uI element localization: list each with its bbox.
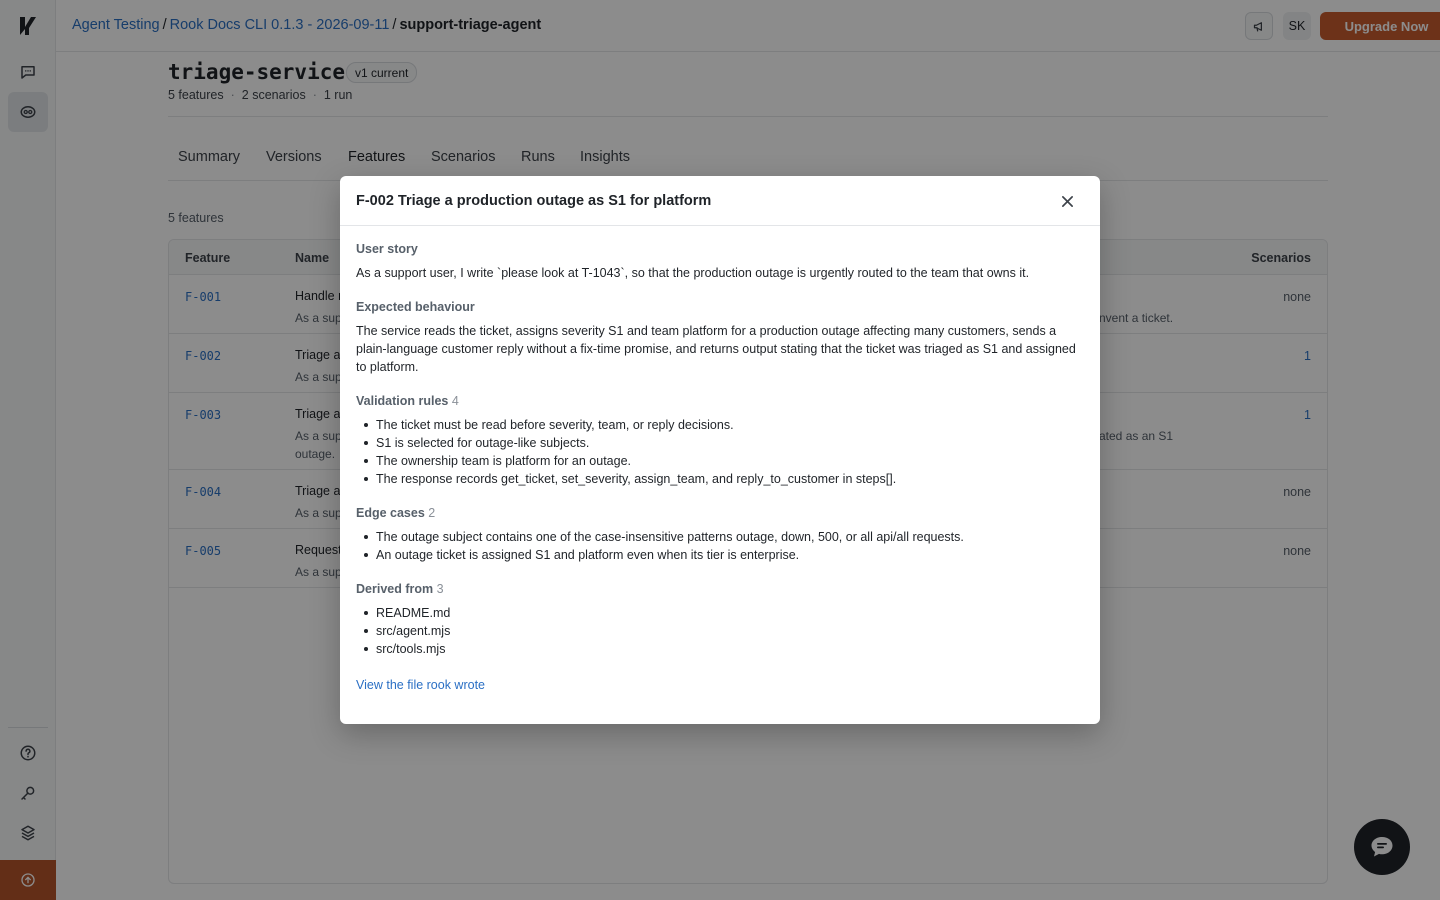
- list-item: The ticket must be read before severity,…: [356, 416, 1084, 434]
- expected-behaviour-text: The service reads the ticket, assigns se…: [356, 324, 1076, 374]
- close-icon: [1061, 195, 1073, 207]
- list-item: The ownership team is platform for an ou…: [356, 452, 1084, 470]
- list-item: The outage subject contains one of the c…: [356, 528, 1084, 546]
- view-file-link[interactable]: View the file rook wrote: [356, 678, 485, 692]
- list-item: S1 is selected for outage-like subjects.: [356, 434, 1084, 452]
- user-story-label: User story: [356, 242, 418, 256]
- edge-cases-title: Edge cases: [356, 506, 425, 520]
- modal-title: F-002 Triage a production outage as S1 f…: [356, 193, 712, 209]
- list-item: The response records get_ticket, set_sev…: [356, 470, 1084, 488]
- list-item: README.md: [356, 604, 1084, 622]
- feature-detail-modal: F-002 Triage a production outage as S1 f…: [340, 176, 1100, 724]
- edge-cases-list: The outage subject contains one of the c…: [356, 528, 1084, 564]
- validation-rules-label: Validation rules 4: [356, 394, 1084, 408]
- derived-from-count: 3: [436, 582, 444, 596]
- expected-behaviour-label: Expected behaviour: [356, 300, 475, 314]
- derived-from-title: Derived from: [356, 582, 434, 596]
- validation-rules-count: 4: [451, 394, 459, 408]
- close-button[interactable]: [1056, 190, 1078, 212]
- user-story-text: As a support user, I write `please look …: [356, 266, 1030, 280]
- modal-body: User story As a support user, I write `p…: [356, 242, 1084, 694]
- validation-rules-title: Validation rules: [356, 394, 449, 408]
- list-item: src/agent.mjs: [356, 622, 1084, 640]
- derived-from-list: README.md src/agent.mjs src/tools.mjs: [356, 604, 1084, 658]
- list-item: src/tools.mjs: [356, 640, 1084, 658]
- derived-from-label: Derived from 3: [356, 582, 1084, 596]
- edge-cases-count: 2: [428, 506, 436, 520]
- modal-header: F-002 Triage a production outage as S1 f…: [340, 176, 1100, 226]
- validation-rules-list: The ticket must be read before severity,…: [356, 416, 1084, 488]
- edge-cases-label: Edge cases 2: [356, 506, 1084, 520]
- list-item: An outage ticket is assigned S1 and plat…: [356, 546, 1084, 564]
